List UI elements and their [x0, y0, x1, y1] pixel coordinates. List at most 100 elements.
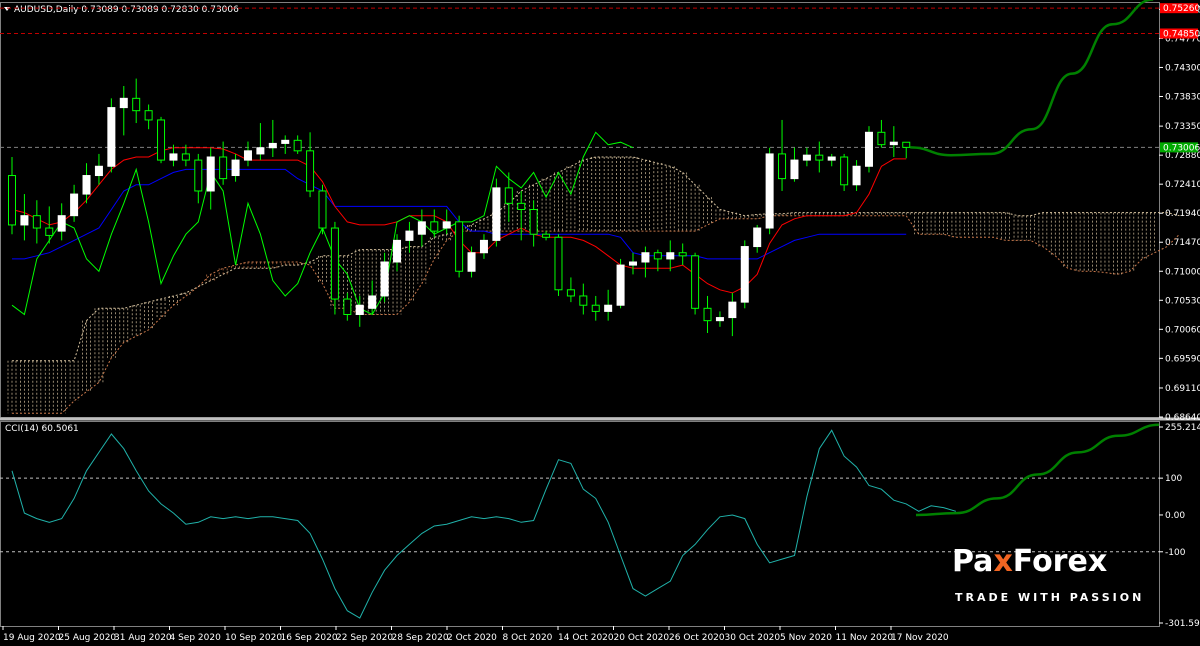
cci-tick-label: 255.2147	[1165, 423, 1200, 433]
candle[interactable]	[306, 132, 315, 198]
bull-candle-body	[479, 239, 488, 254]
candle[interactable]	[157, 116, 166, 164]
candle[interactable]	[678, 243, 687, 266]
candle[interactable]	[517, 190, 526, 241]
candle[interactable]	[790, 147, 799, 182]
candle[interactable]	[715, 311, 724, 327]
candle[interactable]	[877, 119, 886, 148]
candle[interactable]	[330, 221, 339, 315]
candle[interactable]	[616, 258, 625, 309]
candle[interactable]	[753, 224, 762, 253]
candle[interactable]	[8, 157, 16, 235]
price-tick-label: 0.71000	[1165, 267, 1200, 277]
candle[interactable]	[405, 221, 414, 253]
candle[interactable]	[728, 292, 737, 337]
candle[interactable]	[479, 234, 488, 259]
bull-candle-body	[405, 230, 414, 241]
price-tick-label: 0.71940	[1165, 209, 1200, 219]
collapse-triangle-icon[interactable]	[4, 7, 10, 11]
candle[interactable]	[32, 200, 41, 244]
bear-candle-body	[132, 97, 141, 112]
candle[interactable]	[691, 252, 700, 315]
date-label: 11 Nov 2020	[836, 633, 894, 643]
candle[interactable]	[802, 147, 811, 167]
candle[interactable]	[778, 119, 787, 191]
candle[interactable]	[815, 141, 824, 173]
candle[interactable]	[70, 184, 79, 222]
candle[interactable]	[107, 98, 116, 173]
candle[interactable]	[492, 178, 501, 247]
candle[interactable]	[417, 209, 426, 247]
candle[interactable]	[579, 283, 588, 315]
ichimoku-cloud	[7, 157, 1155, 414]
bear-candle-body	[8, 175, 16, 226]
candle[interactable]	[231, 153, 240, 182]
senkou-span-a	[12, 156, 1180, 362]
candle[interactable]	[144, 104, 153, 130]
candle[interactable]	[119, 85, 128, 136]
bear-candle-body	[144, 110, 153, 121]
cci-tick-label: -100	[1165, 548, 1186, 558]
candle[interactable]	[281, 135, 290, 154]
candle[interactable]	[554, 234, 563, 296]
bear-candle-body	[591, 304, 600, 312]
candle[interactable]	[765, 147, 774, 235]
bull-candle-body	[765, 153, 774, 229]
candle[interactable]	[256, 123, 265, 161]
candle[interactable]	[318, 184, 327, 235]
bull-candle-body	[740, 246, 749, 303]
candle[interactable]	[604, 289, 613, 321]
candle[interactable]	[641, 246, 650, 278]
candle[interactable]	[703, 295, 712, 334]
candle[interactable]	[864, 126, 873, 173]
candle[interactable]	[852, 160, 861, 191]
candle[interactable]	[629, 252, 637, 275]
candle[interactable]	[380, 252, 389, 303]
bear-candle-body	[579, 295, 588, 306]
candle[interactable]	[293, 135, 302, 154]
candle[interactable]	[666, 240, 675, 272]
candle[interactable]	[740, 240, 749, 309]
candle[interactable]	[194, 153, 203, 204]
candle[interactable]	[827, 153, 836, 167]
candle[interactable]	[840, 153, 849, 191]
candle[interactable]	[219, 141, 228, 185]
bear-candle-body	[330, 227, 339, 300]
bear-candle-body	[554, 236, 563, 291]
bull-candle-body	[119, 97, 128, 109]
candle[interactable]	[566, 277, 575, 303]
candle[interactable]	[206, 147, 215, 210]
cci-tick-label: 0.00	[1165, 511, 1185, 521]
bull-candle-body	[728, 301, 737, 319]
bull-candle-body	[243, 150, 252, 161]
price-tag-label: 0.75260	[1163, 4, 1200, 14]
price-tick-label: 0.70530	[1165, 296, 1200, 306]
candle[interactable]	[467, 246, 476, 278]
price-tick-label: 0.72410	[1165, 180, 1200, 190]
candle[interactable]	[94, 153, 103, 185]
candle[interactable]	[20, 194, 29, 241]
bull-candle-body	[20, 215, 29, 226]
candle[interactable]	[45, 206, 54, 244]
bull-candle-body	[467, 252, 476, 272]
candle[interactable]	[393, 234, 402, 272]
candle[interactable]	[243, 141, 252, 167]
candle[interactable]	[343, 292, 352, 321]
candle[interactable]	[268, 119, 277, 158]
date-label: 25 Aug 2020	[59, 633, 117, 643]
candle[interactable]	[455, 215, 464, 278]
bull-candle-body	[417, 221, 426, 235]
candle[interactable]	[442, 209, 451, 235]
candle[interactable]	[542, 231, 551, 241]
price-tick-label: 0.74300	[1165, 63, 1200, 73]
candle[interactable]	[889, 126, 898, 158]
candle[interactable]	[902, 141, 911, 159]
candle[interactable]	[57, 203, 66, 241]
candle[interactable]	[591, 295, 600, 321]
price-tick-label: 0.73830	[1165, 92, 1200, 102]
candle[interactable]	[529, 200, 538, 247]
candle[interactable]	[132, 78, 141, 124]
bear-candle-body	[293, 139, 302, 152]
date-label: 5 Nov 2020	[780, 633, 832, 643]
bull-candle-body	[889, 141, 898, 146]
